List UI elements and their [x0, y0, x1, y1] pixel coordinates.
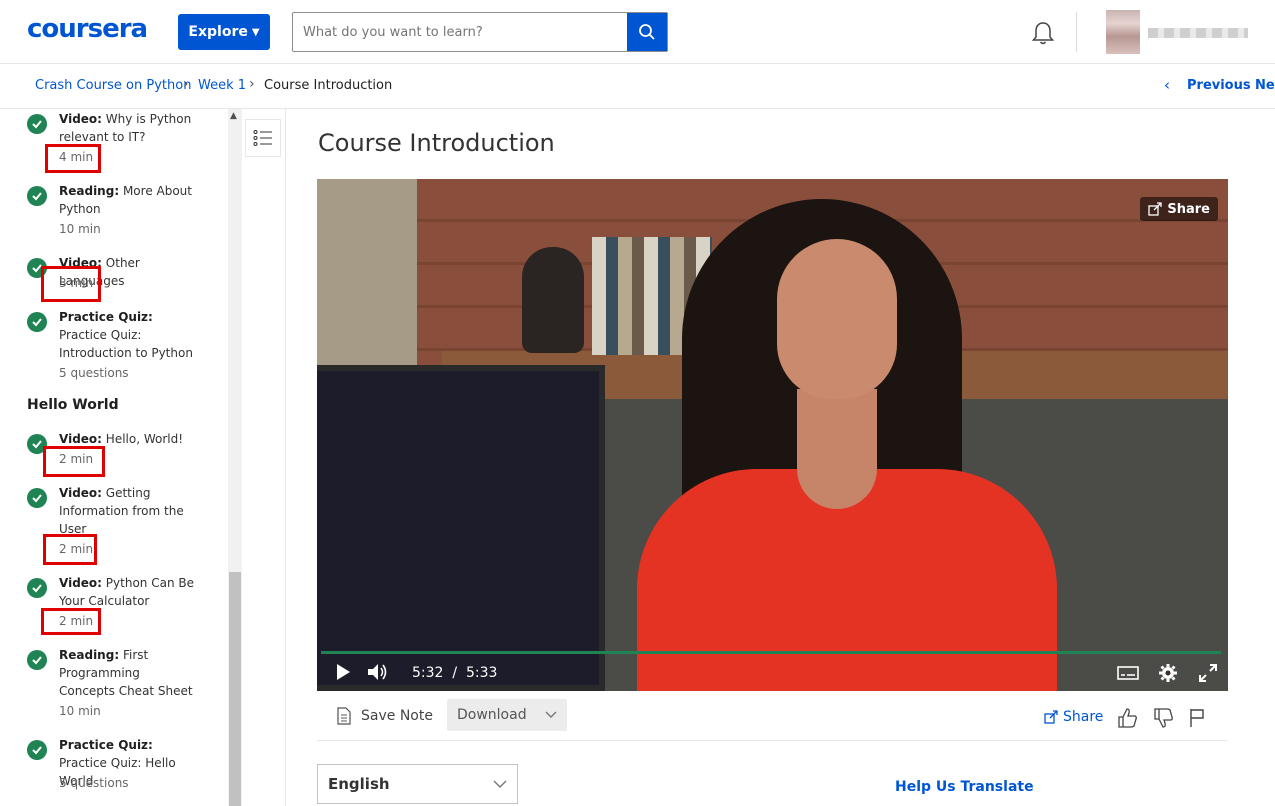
sidebar-scrollbar-thumb[interactable] — [229, 572, 241, 806]
notifications-bell-icon[interactable] — [1030, 20, 1056, 46]
volume-icon[interactable] — [367, 663, 389, 681]
top-navigation-bar: coursera Explore ▼ — [0, 0, 1275, 64]
main-content: Course Introduction Share 5:32 / 5:33 Sa… — [287, 109, 1275, 806]
item-duration: 5 questions — [59, 366, 129, 380]
section-title: Hello World — [27, 397, 119, 413]
item-duration: 5 questions — [59, 776, 129, 790]
thumbs-up-icon[interactable] — [1117, 707, 1139, 729]
video-progress-bar[interactable] — [321, 651, 1222, 654]
chevron-right-icon: › — [249, 76, 255, 92]
item-type: Reading: — [59, 184, 120, 198]
search-button[interactable] — [627, 13, 667, 51]
item-type: Practice Quiz: — [59, 310, 153, 324]
header-divider — [1076, 12, 1077, 52]
video-time: 5:32 / 5:33 — [412, 665, 497, 681]
duration: 5:33 — [465, 665, 498, 681]
highlight-box — [41, 608, 101, 635]
outline-toggle-rail — [242, 109, 286, 806]
video-player[interactable]: Share 5:32 / 5:33 — [317, 179, 1228, 691]
completed-check-icon — [27, 578, 47, 598]
video-share-label: Share — [1167, 201, 1210, 217]
breadcrumb-course[interactable]: Crash Course on Python — [35, 78, 191, 93]
completed-check-icon — [27, 488, 47, 508]
video-share-button[interactable]: Share — [1140, 197, 1218, 221]
chevron-left-icon: ‹ — [1164, 76, 1170, 94]
share-icon — [1044, 710, 1058, 724]
item-duration: 10 min — [59, 222, 101, 236]
username-blurred[interactable] — [1148, 28, 1248, 38]
breadcrumb-week[interactable]: Week 1 — [198, 78, 246, 93]
chevron-down-icon: ▼ — [251, 26, 260, 38]
completed-check-icon — [27, 186, 47, 206]
completed-check-icon — [27, 312, 47, 332]
item-type: Video: — [59, 432, 102, 446]
chevron-right-icon: › — [183, 76, 189, 92]
avatar[interactable] — [1106, 10, 1140, 54]
captions-icon[interactable] — [1117, 666, 1139, 680]
coursera-logo[interactable]: coursera — [27, 14, 148, 44]
item-duration: 10 min — [59, 704, 101, 718]
language-select[interactable]: English — [317, 764, 518, 804]
help-us-translate-link[interactable]: Help Us Translate — [895, 779, 1034, 795]
share-label: Share — [1063, 709, 1104, 725]
fullscreen-icon[interactable] — [1199, 664, 1217, 682]
item-type: Practice Quiz: — [59, 738, 153, 752]
save-note-label: Save Note — [361, 708, 433, 724]
search-icon — [639, 24, 655, 40]
scroll-up-arrow-icon[interactable]: ▲ — [230, 111, 237, 121]
lecture-toolbar: Save Note Download Share — [317, 699, 1228, 741]
explore-label: Explore — [188, 24, 248, 40]
course-outline-sidebar: Video: Why is Python relevant to IT? 4 m… — [0, 109, 228, 806]
completed-check-icon — [27, 740, 47, 760]
flag-icon[interactable] — [1187, 707, 1209, 729]
chevron-down-icon — [493, 780, 507, 788]
item-type: Video: — [59, 112, 102, 126]
download-dropdown[interactable]: Download — [447, 699, 567, 731]
chevron-down-icon — [545, 711, 557, 718]
item-title: Hello, World! — [105, 432, 184, 446]
completed-check-icon — [27, 114, 47, 134]
item-type: Reading: — [59, 648, 120, 662]
time-separator: / — [452, 665, 458, 681]
share-button[interactable]: Share — [1044, 709, 1103, 725]
next-button[interactable]: Next — [1255, 78, 1275, 93]
language-value: English — [328, 775, 390, 793]
highlight-box — [45, 144, 101, 173]
page-title: Course Introduction — [318, 129, 555, 157]
item-type: Video: — [59, 576, 102, 590]
breadcrumb: Crash Course on Python › Week 1 › Course… — [0, 64, 1275, 109]
highlight-box — [43, 446, 105, 477]
highlight-box — [41, 266, 101, 302]
highlight-box — [43, 534, 97, 565]
current-time: 5:32 — [412, 665, 444, 681]
settings-gear-icon[interactable] — [1158, 663, 1178, 683]
item-title: Practice Quiz: Introduction to Python — [59, 328, 193, 360]
explore-button[interactable]: Explore ▼ — [178, 14, 270, 50]
breadcrumb-current: Course Introduction — [264, 78, 393, 93]
download-label: Download — [457, 707, 527, 723]
item-type: Video: — [59, 486, 102, 500]
completed-check-icon — [27, 650, 47, 670]
list-icon — [253, 130, 272, 146]
play-icon[interactable] — [335, 663, 351, 681]
thumbs-down-icon[interactable] — [1153, 707, 1175, 729]
note-icon — [337, 707, 351, 725]
previous-button[interactable]: Previous — [1187, 78, 1251, 93]
share-icon — [1148, 202, 1163, 216]
search-bar — [292, 12, 668, 52]
search-input[interactable] — [293, 13, 627, 51]
outline-toggle-button[interactable] — [245, 119, 281, 157]
save-note-button[interactable]: Save Note — [337, 707, 433, 725]
